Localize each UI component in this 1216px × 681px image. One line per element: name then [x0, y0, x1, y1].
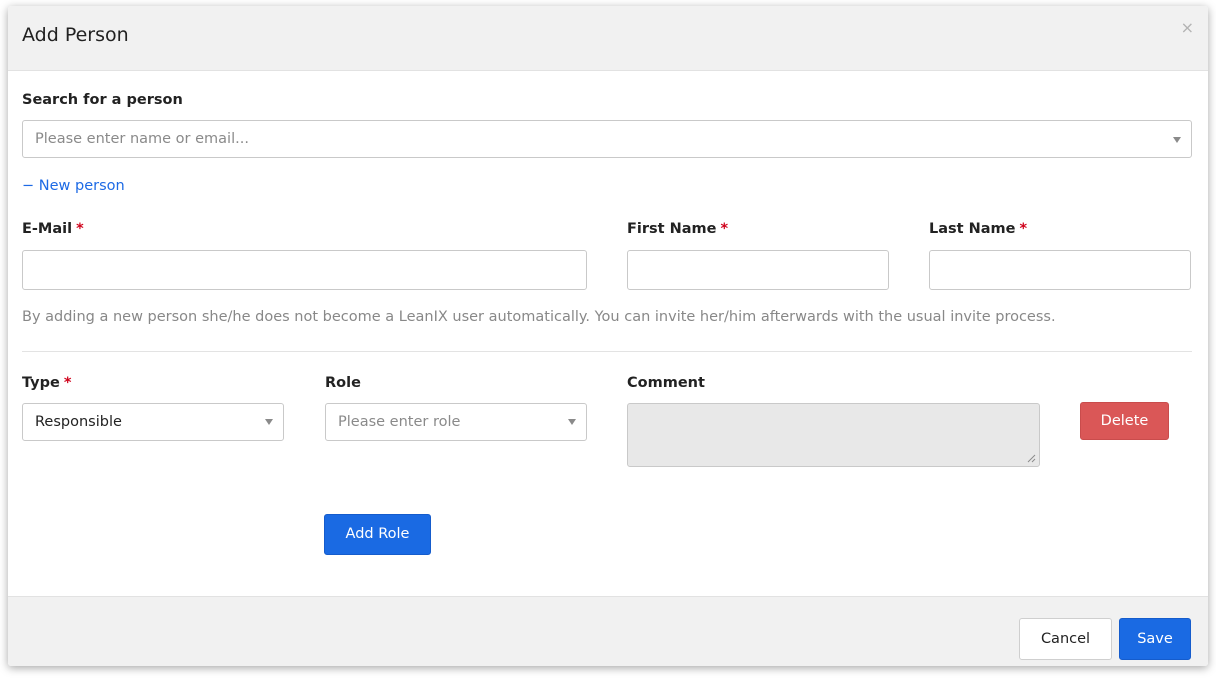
search-placeholder: Please enter name or email... — [35, 131, 249, 147]
required-marker: * — [1019, 221, 1028, 237]
email-label: E-Mail * — [22, 221, 84, 237]
last-name-label: Last Name * — [929, 221, 1027, 237]
comment-label: Comment — [627, 375, 705, 391]
email-label-text: E-Mail — [22, 221, 73, 237]
delete-role-button[interactable]: Delete — [1080, 402, 1169, 440]
required-marker: * — [720, 221, 729, 237]
add-role-button[interactable]: Add Role — [324, 514, 431, 555]
new-person-hint: By adding a new person she/he does not b… — [22, 309, 1056, 325]
last-name-field[interactable] — [929, 250, 1191, 290]
type-select[interactable]: Responsible — [22, 403, 284, 441]
role-label: Role — [325, 375, 361, 391]
required-marker: * — [76, 221, 84, 237]
search-select[interactable]: Please enter name or email... — [22, 120, 1192, 158]
add-person-dialog: Add Person × Search for a person Please … — [8, 6, 1208, 666]
dialog-header: Add Person × — [8, 6, 1208, 71]
comment-textarea[interactable] — [627, 403, 1040, 467]
chevron-down-icon — [568, 419, 576, 425]
save-button[interactable]: Save — [1119, 618, 1191, 660]
section-divider — [22, 351, 1192, 352]
chevron-down-icon — [1173, 137, 1181, 143]
resize-grip-icon[interactable] — [1027, 454, 1036, 463]
dialog-footer: Cancel Save — [8, 596, 1208, 666]
role-select[interactable]: Please enter role — [325, 403, 587, 441]
email-field[interactable] — [22, 250, 587, 290]
new-person-toggle[interactable]: − New person — [22, 178, 125, 194]
close-icon[interactable]: × — [1181, 18, 1194, 37]
search-label: Search for a person — [22, 92, 183, 108]
first-name-field[interactable] — [627, 250, 889, 290]
cancel-button[interactable]: Cancel — [1019, 618, 1112, 660]
chevron-down-icon — [265, 419, 273, 425]
first-name-label-text: First Name — [627, 221, 717, 237]
type-label: Type * — [22, 375, 71, 391]
type-select-value: Responsible — [35, 414, 122, 430]
type-label-text: Type — [22, 375, 60, 391]
dialog-title: Add Person — [22, 24, 129, 46]
role-placeholder: Please enter role — [338, 414, 461, 430]
last-name-label-text: Last Name — [929, 221, 1016, 237]
first-name-label: First Name * — [627, 221, 728, 237]
required-marker: * — [63, 375, 72, 391]
